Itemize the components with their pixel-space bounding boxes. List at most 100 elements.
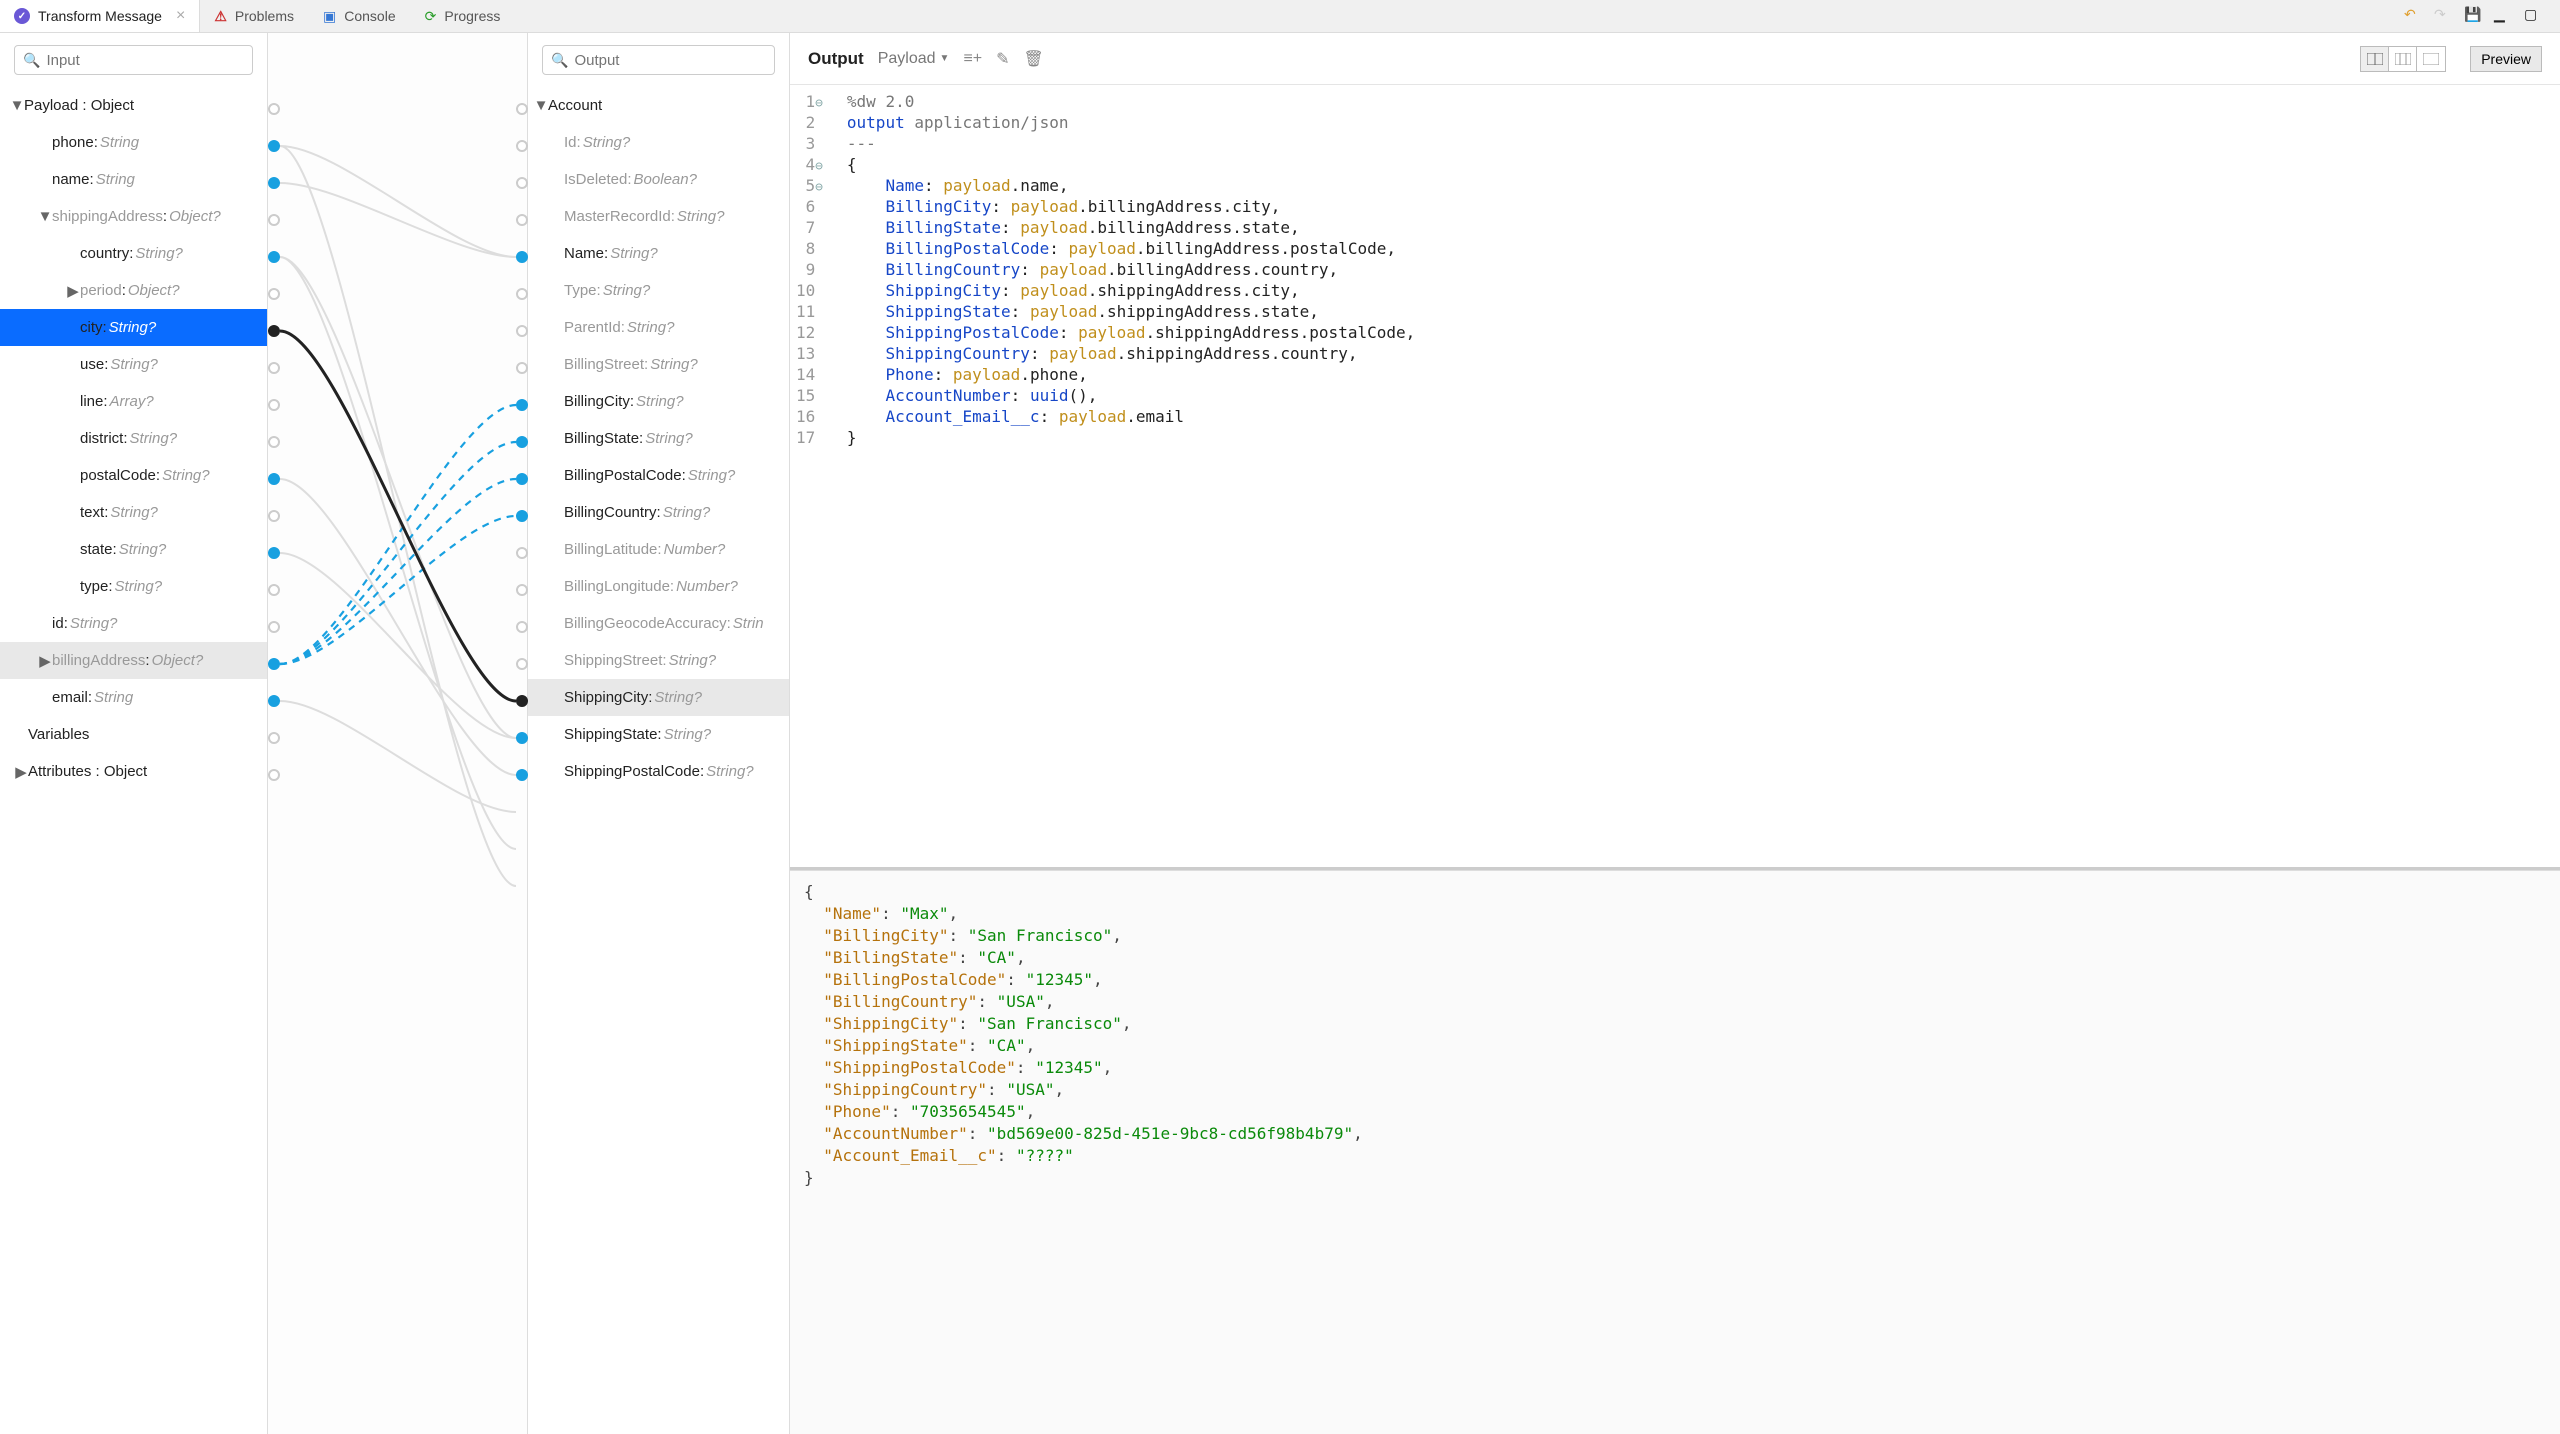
output-port-BillingLongitude[interactable] bbox=[516, 584, 528, 596]
output-item-Name[interactable]: Name : String? bbox=[528, 235, 789, 272]
output-item-ParentId[interactable]: ParentId : String? bbox=[528, 309, 789, 346]
output-port-ShippingStreet[interactable] bbox=[516, 658, 528, 670]
input-port-type[interactable] bbox=[268, 584, 280, 596]
input-port-phone[interactable] bbox=[268, 140, 280, 152]
input-item-country[interactable]: country : String? bbox=[0, 235, 267, 272]
tree-root-payload[interactable]: ▼Payload : Object bbox=[0, 87, 267, 124]
input-search[interactable]: 🔍 bbox=[14, 45, 253, 75]
output-port-Type[interactable] bbox=[516, 288, 528, 300]
output-item-BillingLatitude[interactable]: BillingLatitude : Number? bbox=[528, 531, 789, 568]
edit-icon[interactable]: ✎ bbox=[996, 49, 1009, 69]
output-item-ShippingState[interactable]: ShippingState : String? bbox=[528, 716, 789, 753]
input-port-district[interactable] bbox=[268, 436, 280, 448]
view-mode-segment bbox=[2360, 46, 2446, 72]
output-port-MasterRecordId[interactable] bbox=[516, 214, 528, 226]
input-port-postalCode[interactable] bbox=[268, 473, 280, 485]
view-split-icon[interactable] bbox=[2361, 47, 2389, 71]
input-item-district[interactable]: district : String? bbox=[0, 420, 267, 457]
input-port-state[interactable] bbox=[268, 547, 280, 559]
input-port-id[interactable] bbox=[268, 621, 280, 633]
input-section-attributes[interactable]: ▶Attributes : Object bbox=[0, 753, 267, 790]
input-port-country[interactable] bbox=[268, 251, 280, 263]
maximize-icon[interactable]: ▢ bbox=[2524, 6, 2544, 26]
output-item-IsDeleted[interactable]: IsDeleted : Boolean? bbox=[528, 161, 789, 198]
output-item-BillingStreet[interactable]: BillingStreet : String? bbox=[528, 346, 789, 383]
input-port-text[interactable] bbox=[268, 510, 280, 522]
output-item-ShippingCity[interactable]: ShippingCity : String? bbox=[528, 679, 789, 716]
input-item-use[interactable]: use : String? bbox=[0, 346, 267, 383]
tab-transform-message[interactable]: ✓ Transform Message × bbox=[0, 0, 200, 32]
output-port-IsDeleted[interactable] bbox=[516, 177, 528, 189]
input-item-email[interactable]: email : String bbox=[0, 679, 267, 716]
input-item-type[interactable]: type : String? bbox=[0, 568, 267, 605]
input-port-email[interactable] bbox=[268, 695, 280, 707]
output-port-BillingLatitude[interactable] bbox=[516, 547, 528, 559]
save-icon[interactable]: 💾 bbox=[2464, 6, 2484, 26]
input-item-shippingAddress[interactable]: ▼shippingAddress : Object? bbox=[0, 198, 267, 235]
output-port-ShippingState[interactable] bbox=[516, 732, 528, 744]
input-port-line[interactable] bbox=[268, 399, 280, 411]
input-port-period[interactable] bbox=[268, 288, 280, 300]
input-item-text[interactable]: text : String? bbox=[0, 494, 267, 531]
output-port-BillingStreet[interactable] bbox=[516, 362, 528, 374]
undo-icon[interactable]: ↶ bbox=[2404, 6, 2424, 26]
payload-dropdown[interactable]: Payload ▼ bbox=[878, 50, 950, 68]
input-item-period[interactable]: ▶period : Object? bbox=[0, 272, 267, 309]
minimize-icon[interactable]: ▁ bbox=[2494, 6, 2514, 26]
input-search-field[interactable] bbox=[46, 52, 244, 69]
output-tree[interactable]: ▼AccountId : String?IsDeleted : Boolean?… bbox=[528, 87, 789, 790]
output-port-BillingGeocodeAccuracy[interactable] bbox=[516, 621, 528, 633]
output-port-ShippingPostalCode[interactable] bbox=[516, 769, 528, 781]
input-item-billingAddress[interactable]: ▶billingAddress : Object? bbox=[0, 642, 267, 679]
input-item-line[interactable]: line : Array? bbox=[0, 383, 267, 420]
input-item-city[interactable]: city : String? bbox=[0, 309, 267, 346]
input-item-postalCode[interactable]: postalCode : String? bbox=[0, 457, 267, 494]
view-single-icon[interactable] bbox=[2417, 47, 2445, 71]
output-search-field[interactable] bbox=[574, 52, 766, 69]
code-body[interactable]: %dw 2.0output application/json---{ Name:… bbox=[837, 85, 1425, 867]
preview-button[interactable]: Preview bbox=[2470, 46, 2542, 72]
close-icon[interactable]: × bbox=[176, 7, 185, 25]
search-icon: 🔍 bbox=[23, 52, 40, 69]
tab-progress[interactable]: ⟳ Progress bbox=[411, 0, 516, 32]
output-item-BillingPostalCode[interactable]: BillingPostalCode : String? bbox=[528, 457, 789, 494]
input-port-name[interactable] bbox=[268, 177, 280, 189]
input-section-variables[interactable]: Variables bbox=[0, 716, 267, 753]
delete-icon[interactable]: 🗑 bbox=[1024, 49, 1044, 69]
output-item-ShippingPostalCode[interactable]: ShippingPostalCode : String? bbox=[528, 753, 789, 790]
output-search[interactable]: 🔍 bbox=[542, 45, 775, 75]
code-editor[interactable]: 1⊖2 3 4⊖5⊖6 7 8 9 10 11 12 13 14 15 16 1… bbox=[790, 85, 2560, 870]
view-columns-icon[interactable] bbox=[2389, 47, 2417, 71]
output-port-BillingCity[interactable] bbox=[516, 399, 528, 411]
output-item-BillingState[interactable]: BillingState : String? bbox=[528, 420, 789, 457]
input-item-id[interactable]: id : String? bbox=[0, 605, 267, 642]
input-item-name[interactable]: name : String bbox=[0, 161, 267, 198]
output-item-BillingGeocodeAccuracy[interactable]: BillingGeocodeAccuracy : Strin bbox=[528, 605, 789, 642]
input-tree[interactable]: ▼Payload : Objectphone : Stringname : St… bbox=[0, 87, 267, 790]
output-item-BillingCountry[interactable]: BillingCountry : String? bbox=[528, 494, 789, 531]
input-port-billingAddress[interactable] bbox=[268, 658, 280, 670]
output-item-BillingCity[interactable]: BillingCity : String? bbox=[528, 383, 789, 420]
input-item-phone[interactable]: phone : String bbox=[0, 124, 267, 161]
add-target-icon[interactable]: ≡+ bbox=[963, 50, 982, 68]
tree-root-account[interactable]: ▼Account bbox=[528, 87, 789, 124]
output-port-ShippingCity[interactable] bbox=[516, 695, 528, 707]
output-port-BillingPostalCode[interactable] bbox=[516, 473, 528, 485]
output-port-ParentId[interactable] bbox=[516, 325, 528, 337]
output-port-Id[interactable] bbox=[516, 140, 528, 152]
tab-problems[interactable]: ⚠ Problems bbox=[200, 0, 309, 32]
output-port-BillingCountry[interactable] bbox=[516, 510, 528, 522]
input-port-shippingAddress[interactable] bbox=[268, 214, 280, 226]
input-port-city[interactable] bbox=[268, 325, 280, 337]
redo-icon[interactable]: ↷ bbox=[2434, 6, 2454, 26]
input-item-state[interactable]: state : String? bbox=[0, 531, 267, 568]
output-item-Id[interactable]: Id : String? bbox=[528, 124, 789, 161]
output-item-BillingLongitude[interactable]: BillingLongitude : Number? bbox=[528, 568, 789, 605]
output-item-MasterRecordId[interactable]: MasterRecordId : String? bbox=[528, 198, 789, 235]
output-port-Name[interactable] bbox=[516, 251, 528, 263]
output-item-ShippingStreet[interactable]: ShippingStreet : String? bbox=[528, 642, 789, 679]
input-port-use[interactable] bbox=[268, 362, 280, 374]
output-port-BillingState[interactable] bbox=[516, 436, 528, 448]
tab-console[interactable]: ▣ Console bbox=[309, 0, 411, 32]
output-item-Type[interactable]: Type : String? bbox=[528, 272, 789, 309]
